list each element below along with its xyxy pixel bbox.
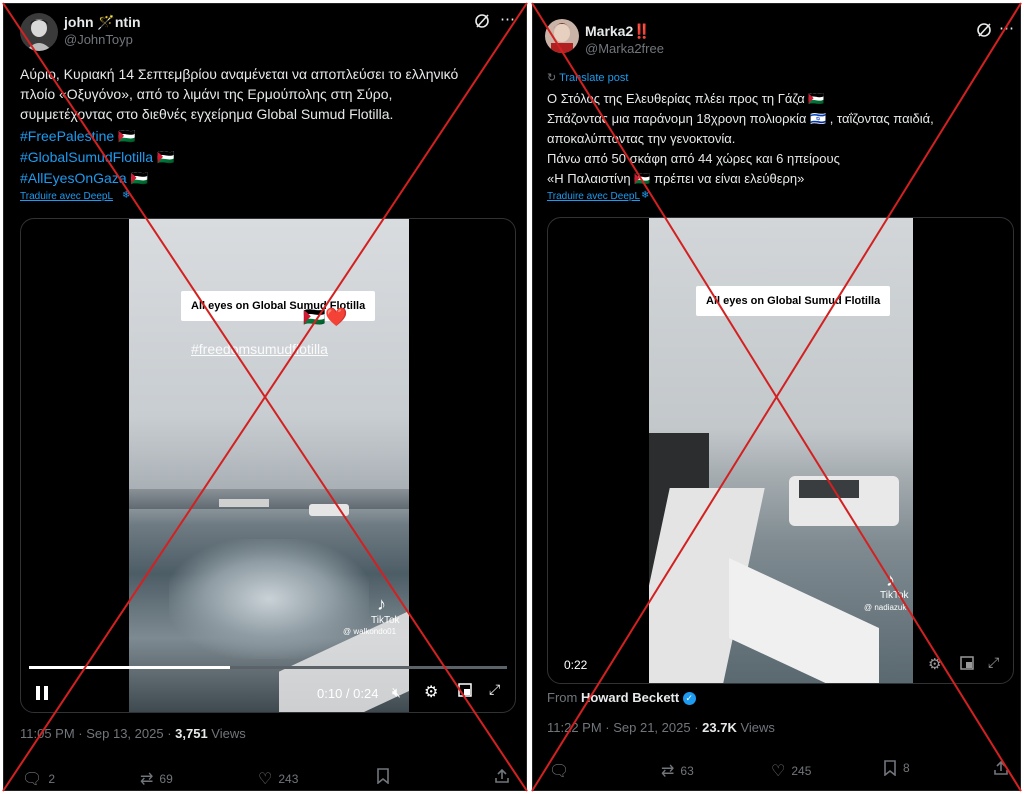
picture-in-picture-icon[interactable] (960, 656, 974, 673)
tweet-text-line: Αύριο, Κυριακή 14 Σεπτεμβρίου αναμένεται… (20, 66, 459, 82)
views-label: Views (736, 720, 775, 735)
reply-button[interactable]: 🗨︎ 2 (22, 769, 55, 789)
repost-icon: ⇄ (661, 763, 675, 780)
from-label: From (547, 690, 581, 705)
fullscreen-icon[interactable]: ⤢ (988, 654, 999, 671)
from-name[interactable]: Howard Beckett (581, 690, 679, 705)
tweet-timestamp: 11:22 PM · Sep 21, 2025 · 23.7K Views (547, 720, 775, 735)
bookmark-button[interactable]: 8 (883, 760, 910, 776)
views-count: 23.7K (702, 720, 737, 735)
username[interactable]: john 🪄ntin (64, 14, 141, 31)
share-icon (495, 768, 509, 783)
translate-post-label: Translate post (559, 72, 629, 84)
user-handle[interactable]: @Marka2free (585, 41, 664, 56)
translate-icon: ↻ (547, 72, 557, 84)
more-options-icon[interactable]: ⋯ (999, 19, 1014, 37)
like-count: 243 (278, 772, 299, 786)
video-overlay-emoji: 🇵🇸❤️ (303, 307, 348, 327)
tweet-timestamp: 11:05 PM · Sep 13, 2025 · 3,751 Views (20, 726, 246, 741)
tweet-text-line: συμμετέχοντας στο διεθνές εγχείρημα Glob… (20, 106, 394, 122)
deepl-icon: ❄ (122, 190, 131, 201)
reply-count: 2 (48, 772, 55, 786)
views-count: 3,751 (175, 726, 208, 741)
bookmark-icon (884, 760, 896, 776)
video-player[interactable]: All eyes on Global Sumud Flotilla 🇵🇸❤️ #… (20, 218, 516, 713)
repost-count: 69 (159, 772, 173, 786)
hashtag-link[interactable]: #AllEyesOnGaza 🇵🇸 (20, 168, 148, 189)
fullscreen-icon[interactable]: ⤢ (489, 681, 500, 698)
user-handle[interactable]: @JohnToyp (64, 32, 133, 47)
tweet-text-line: πλοίο «Οξυγόνο», από το λιμάνι της Ερμού… (20, 86, 393, 102)
username[interactable]: Marka2‼️ (585, 23, 651, 40)
deepl-icon: ❄ (641, 190, 650, 201)
grok-icon[interactable] (474, 13, 490, 33)
repost-count: 63 (680, 764, 694, 778)
settings-icon[interactable]: ⚙ (928, 655, 941, 673)
grok-icon[interactable] (976, 22, 992, 42)
tiktok-watermark: TikTok (880, 590, 909, 601)
avatar[interactable] (20, 13, 58, 51)
tweet-text-line: Πάνω από 50 σκάφη από 44 χώρες και 6 ηπε… (547, 151, 840, 166)
like-button[interactable]: ♡ 245 (771, 761, 811, 781)
tweet-panel-left: john 🪄ntin @JohnToyp ⋯ Αύριο, Κυριακή 14… (3, 3, 527, 791)
timestamp-text[interactable]: 11:22 PM · Sep 21, 2025 · (547, 720, 702, 735)
tiktok-logo-icon: ♪ (377, 594, 386, 614)
reply-icon: 🗨︎ (549, 763, 570, 780)
share-button[interactable] (993, 760, 1009, 776)
avatar[interactable] (545, 19, 579, 53)
verified-badge-icon: ✓ (682, 692, 696, 706)
translate-deepl-link[interactable]: Traduire avec DeepL (547, 191, 640, 202)
tiktok-logo-icon: ♪ (886, 570, 895, 590)
bookmark-icon (377, 768, 389, 784)
tiktok-watermark-user: @ walkondo01 (343, 627, 397, 636)
progress-track[interactable] (29, 666, 507, 669)
hashtag-link[interactable]: #FreePalestine 🇵🇸 (20, 126, 136, 147)
tiktok-watermark: TikTok (371, 615, 400, 626)
repost-button[interactable]: ⇄ 63 (661, 761, 694, 781)
settings-icon[interactable]: ⚙ (424, 682, 438, 702)
hashtag-link[interactable]: #GlobalSumudFlotilla 🇵🇸 (20, 147, 174, 168)
picture-in-picture-icon[interactable] (458, 683, 472, 700)
tweet-panel-right: Marka2‼️ @Marka2free ⋯ ↻ Translate post … (532, 3, 1021, 791)
share-icon (994, 760, 1008, 775)
bookmark-count: 8 (903, 761, 910, 775)
translate-post-button[interactable]: ↻ Translate post (547, 71, 628, 84)
translate-deepl-link[interactable]: Traduire avec DeepL (20, 191, 113, 202)
share-button[interactable] (494, 768, 510, 784)
like-button[interactable]: ♡ 243 (258, 769, 298, 789)
video-overlay-subtitle: #freedomsumudflotilla (191, 341, 328, 357)
like-count: 245 (791, 764, 812, 778)
reply-icon: 🗨︎ (22, 771, 43, 788)
timestamp-text[interactable]: 11:05 PM · Sep 13, 2025 · (20, 726, 175, 741)
video-time: 0:10 / 0:24 (317, 686, 379, 701)
like-icon: ♡ (258, 771, 273, 788)
repost-icon: ⇄ (140, 771, 154, 788)
reply-button[interactable]: 🗨︎ (549, 761, 569, 781)
tweet-text-line: Ο Στόλος της Ελευθερίας πλέει προς τη Γά… (547, 91, 825, 106)
volume-muted-icon[interactable]: 🔇︎ (392, 684, 401, 701)
repost-button[interactable]: ⇄ 69 (140, 769, 173, 789)
video-time: 0:22 (564, 658, 588, 672)
tweet-text-line: Σπάζοντας μια παράνομη 18χρονη πολιορκία… (547, 111, 934, 126)
from-attribution: From Howard Beckett ✓ (547, 690, 696, 706)
like-icon: ♡ (771, 763, 786, 780)
video-player[interactable]: All eyes on Global Sumud Flotilla ♪ TikT… (547, 217, 1014, 684)
more-options-icon[interactable]: ⋯ (500, 10, 515, 28)
tweet-text-line: «Η Παλαιστίνη 🇵🇸 πρέπει να είναι ελεύθερ… (547, 171, 805, 186)
video-overlay-title: All eyes on Global Sumud Flotilla (696, 286, 891, 316)
tiktok-watermark-user: @ nadiazuk (864, 603, 907, 612)
tweet-text-line: αποκαλύπτοντας την γενοκτονία. (547, 131, 736, 146)
bookmark-button[interactable] (376, 768, 390, 784)
progress-fill (29, 666, 230, 669)
views-label: Views (207, 726, 246, 741)
pause-icon[interactable] (35, 685, 49, 704)
